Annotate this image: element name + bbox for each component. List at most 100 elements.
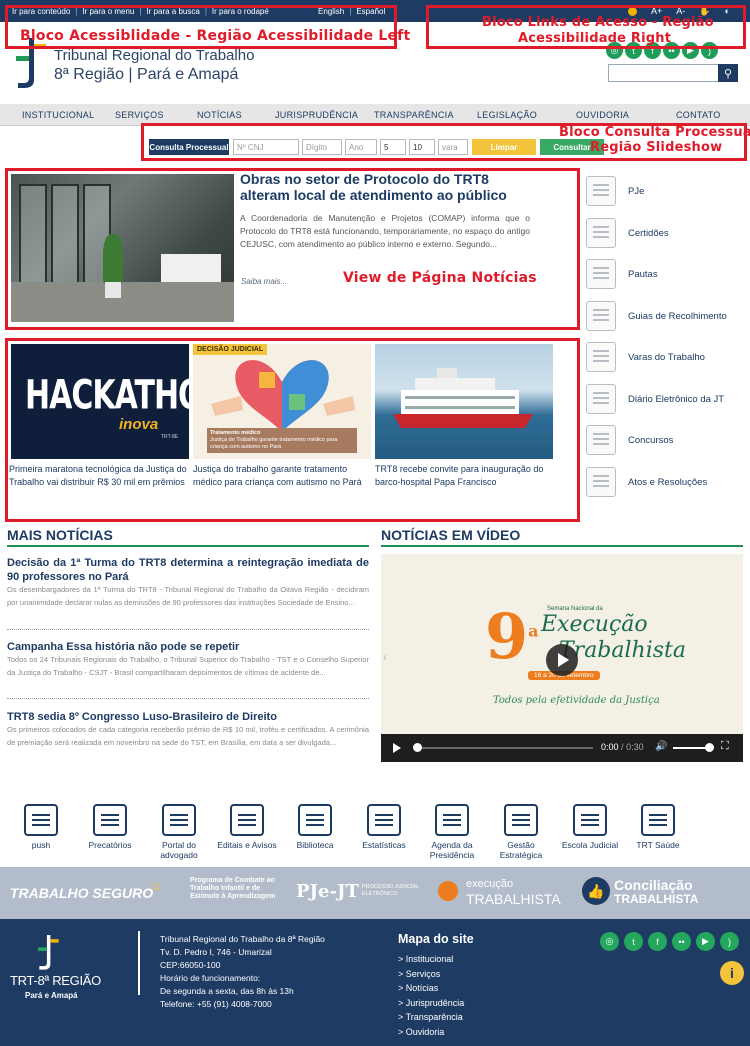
search-button[interactable]: ⚲ (718, 64, 738, 82)
poster-slogan: Todos pela efetividade da Justiça (493, 695, 660, 706)
conciliacao-logo-line2[interactable]: TRABALHISTA (614, 892, 698, 906)
sitemap-link-institucional[interactable]: > Institucional (398, 952, 464, 967)
quick-link-editais[interactable]: Editais e Avisos (212, 804, 282, 850)
volume-handle[interactable] (705, 743, 714, 752)
service-atos[interactable]: Atos e Resoluções (586, 465, 746, 499)
trabalho-seguro-logo[interactable]: TRABALHO SEGURO (10, 885, 153, 901)
quick-link-portal-advogado[interactable]: Portal do advogado (144, 804, 214, 860)
twitter-icon[interactable]: t (624, 932, 643, 951)
video-time: 0:00 / 0:30 (601, 742, 644, 752)
service-concursos[interactable]: Concursos (586, 423, 746, 457)
service-pje[interactable]: PJe (586, 174, 746, 208)
volume-track[interactable] (673, 747, 709, 749)
quick-link-estatisticas[interactable]: Estatísticas (349, 804, 419, 850)
execucao-logo-line2[interactable]: TRABALHISTA (466, 891, 561, 907)
sitemap-link-ouvidoria[interactable]: > Ouvidoria (398, 1025, 464, 1040)
trt8-logo-footer[interactable] (36, 935, 62, 971)
mais-noticias-item-title[interactable]: TRT8 sedia 8º Congresso Luso-Brasileiro … (7, 710, 369, 724)
quick-link-push[interactable]: push (6, 804, 76, 850)
nav-item-contato[interactable]: CONTATO (676, 110, 721, 120)
bar-chart-icon (367, 804, 401, 836)
programs-band: TRABALHO SEGURO ☺ Programa de Combate ao… (0, 867, 750, 919)
video-player[interactable]: ‹ 9a Semana Nacional da Execução Trabalh… (381, 554, 743, 762)
chevron-left-icon[interactable]: ‹ (383, 650, 387, 664)
service-diario[interactable]: Diário Eletrônico da JT (586, 382, 746, 416)
checklist-icon (586, 259, 616, 289)
mais-noticias-item-title[interactable]: Campanha Essa história não pode se repet… (7, 640, 369, 654)
sitemap-link-jurisprudencia[interactable]: > Jurisprudência (398, 996, 464, 1011)
service-varas[interactable]: Varas do Trabalho (586, 340, 746, 374)
quick-link-escola[interactable]: Escola Judicial (555, 804, 625, 850)
quick-link-biblioteca[interactable]: Biblioteca (280, 804, 350, 850)
quick-link-label: Biblioteca (296, 840, 334, 850)
annotation-label-consulta-2: Região Slideshow (590, 140, 723, 155)
volume-icon[interactable]: 🔊 (655, 741, 667, 752)
quick-link-label: Escola Judicial (561, 840, 619, 850)
sitemap-heading: Mapa do site (398, 932, 474, 946)
annotation-label-consulta-1: Bloco Consulta Processual (559, 125, 750, 140)
sitemap-link-transparencia[interactable]: > Transparência (398, 1010, 464, 1025)
quick-link-agenda[interactable]: Agenda da Presidência (417, 804, 487, 860)
footer-address: Tribunal Regional do Trabalho da 8ª Regi… (160, 933, 325, 1011)
youtube-icon[interactable]: ▶ (696, 932, 715, 951)
instagram-icon[interactable]: ◎ (600, 932, 619, 951)
info-icon[interactable]: i (720, 961, 744, 985)
quick-link-saude[interactable]: TRT Saúde (623, 804, 693, 850)
sitemap-link-servicos[interactable]: > Serviços (398, 967, 464, 982)
megaphone-icon (230, 804, 264, 836)
flickr-icon[interactable]: •• (672, 932, 691, 951)
service-certidoes[interactable]: Certidões (586, 216, 746, 250)
service-guias[interactable]: Guias de Recolhimento (586, 299, 746, 333)
mais-noticias-item-title[interactable]: Decisão da 1ª Turma do TRT8 determina a … (7, 556, 369, 584)
rss-icon[interactable]: ) (720, 932, 739, 951)
book-icon (573, 804, 607, 836)
quick-link-precatorios[interactable]: Precatórios (75, 804, 145, 850)
thumbs-up-icon: 👍 (582, 877, 610, 905)
quick-link-gestao[interactable]: Gestão Estratégica (486, 804, 556, 860)
nav-item-institucional[interactable]: INSTITUCIONAL (22, 110, 94, 120)
execucao-logo-line1[interactable]: execução (466, 878, 513, 890)
certificate-icon (586, 218, 616, 248)
annotation-label-acessibilidade-left: Bloco Acessiblidade - Região Acessibilid… (20, 28, 411, 44)
footer: TRT-8ª REGIÃO Pará e Amapá Tribunal Regi… (0, 919, 750, 1046)
site-title[interactable]: Tribunal Regional do Trabalho 8ª Região … (54, 46, 254, 84)
quick-link-label: Precatórios (88, 840, 132, 850)
nav-item-servicos[interactable]: SERVIÇOS (115, 110, 164, 120)
mais-noticias-divider (7, 629, 369, 630)
target-icon (504, 804, 538, 836)
programa-trabalho-infantil-logo[interactable]: Programa de Combate ao Trabalho Infantil… (190, 877, 290, 901)
fullscreen-icon[interactable]: ⛶ (721, 740, 729, 753)
noticias-video-underline (381, 545, 743, 547)
nav-item-ouvidoria[interactable]: OUVIDORIA (576, 110, 629, 120)
search-icon: ⚲ (723, 67, 733, 80)
footer-address-line: Tribunal Regional do Trabalho da 8ª Regi… (160, 934, 325, 944)
video-duration: 0:30 (626, 742, 644, 752)
footer-address-line: Telefone: +55 (91) 4008-7000 (160, 999, 272, 1009)
site-title-line2: 8ª Região | Pará e Amapá (54, 66, 239, 83)
nav-item-noticias[interactable]: NOTÍCIAS (197, 110, 242, 120)
service-pautas[interactable]: Pautas (586, 257, 746, 291)
envelope-icon (24, 804, 58, 836)
poster-number-superscript: a (528, 621, 539, 641)
quick-link-label: push (31, 840, 51, 850)
annotation-label-links-right-2: Acessibilidade Right (518, 31, 672, 46)
annotation-box-noticias-top (5, 168, 580, 330)
video-progress-handle[interactable] (413, 743, 422, 752)
mais-noticias-item-text: Os desembargadores da 1ª Turma do TRT8 -… (7, 585, 369, 607)
circuit-board-icon (586, 176, 616, 206)
footer-address-line: CEP:66050-100 (160, 960, 221, 970)
play-overlay-button[interactable] (546, 644, 578, 676)
nav-item-legislacao[interactable]: LEGISLAÇÃO (477, 110, 537, 120)
video-current-time: 0:00 (601, 742, 619, 752)
pje-jt-logo[interactable]: PJe-JT (296, 881, 359, 902)
play-icon[interactable] (393, 743, 401, 753)
quick-link-label: Editais e Avisos (217, 840, 277, 850)
nav-item-jurisprudencia[interactable]: JURISPRUDÊNCIA (275, 110, 358, 120)
facebook-icon[interactable]: f (648, 932, 667, 951)
nav-item-transparencia[interactable]: TRANSPARÊNCIA (374, 110, 454, 120)
conciliacao-logo-line1[interactable]: Conciliação (614, 877, 693, 893)
video-progress-track[interactable] (413, 747, 593, 749)
service-label: Pautas (628, 268, 658, 280)
sitemap-link-noticias[interactable]: > Notícias (398, 981, 464, 996)
quick-link-label: Portal do advogado (160, 840, 198, 860)
